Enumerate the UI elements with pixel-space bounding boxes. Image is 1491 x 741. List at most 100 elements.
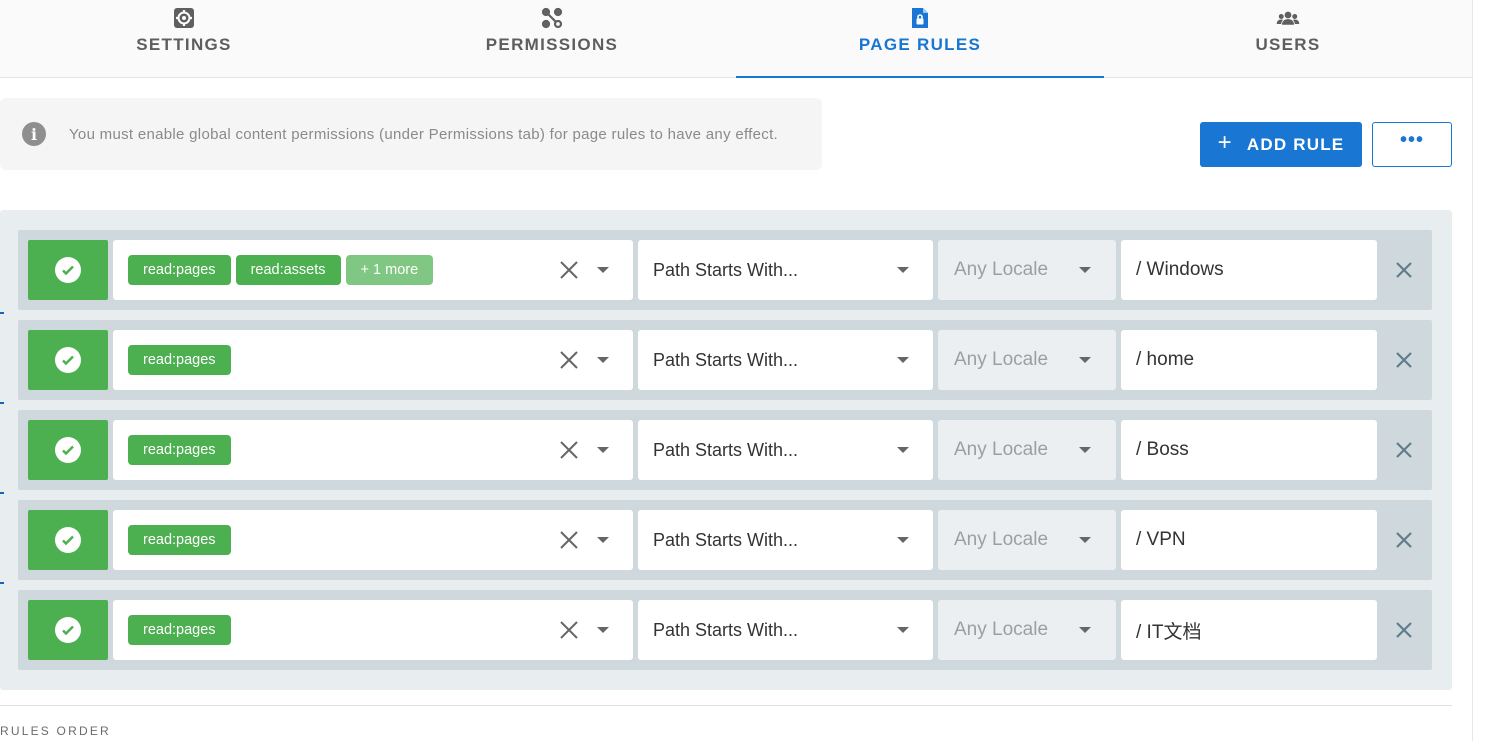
allow-toggle-button[interactable] <box>28 330 108 390</box>
path-input[interactable]: / IT文档 <box>1121 600 1377 660</box>
rule-row: read:pages Path Starts With... Any Local… <box>18 320 1432 400</box>
chevron-down-icon[interactable] <box>597 357 609 363</box>
scrollbar-track[interactable] <box>1472 0 1491 741</box>
drag-indicator <box>0 582 4 584</box>
delete-rule-icon[interactable] <box>1394 440 1414 460</box>
more-permissions-chip[interactable]: + 1 more <box>345 255 434 285</box>
delete-rule-icon[interactable] <box>1394 350 1414 370</box>
gear-icon <box>172 6 196 30</box>
permission-chip[interactable]: read:pages <box>128 435 231 465</box>
locale-select[interactable]: Any Locale <box>938 330 1116 390</box>
permissions-select[interactable]: read:pages <box>113 420 633 480</box>
check-circle-icon <box>55 347 81 373</box>
allow-toggle-button[interactable] <box>28 600 108 660</box>
match-type-select[interactable]: Path Starts With... <box>638 420 933 480</box>
clear-icon[interactable] <box>559 530 579 550</box>
allow-toggle-button[interactable] <box>28 420 108 480</box>
match-type-value: Path Starts With... <box>653 619 799 640</box>
path-value: / Boss <box>1136 439 1189 460</box>
clear-icon[interactable] <box>559 260 579 280</box>
check-circle-icon <box>55 617 81 643</box>
rules-list: read:pages read:assets + 1 more Path Sta… <box>0 210 1452 690</box>
permission-chip[interactable]: read:assets <box>235 255 341 285</box>
rule-row: read:pages Path Starts With... Any Local… <box>18 410 1432 490</box>
locale-value: Any Locale <box>954 619 1049 640</box>
more-options-button[interactable]: ••• <box>1372 122 1452 167</box>
check-circle-icon <box>55 527 81 553</box>
clear-icon[interactable] <box>559 350 579 370</box>
locale-select[interactable]: Any Locale <box>938 240 1116 300</box>
alert-text: You must enable global content permissio… <box>69 125 779 143</box>
permissions-select[interactable]: read:pages <box>113 600 633 660</box>
match-type-select[interactable]: Path Starts With... <box>638 600 933 660</box>
tab-page-rules[interactable]: PAGE RULES <box>736 0 1104 78</box>
path-input[interactable]: / Boss <box>1121 420 1377 480</box>
match-type-select[interactable]: Path Starts With... <box>638 510 933 570</box>
chevron-down-icon <box>1079 627 1091 633</box>
allow-toggle-button[interactable] <box>28 240 108 300</box>
match-type-select[interactable]: Path Starts With... <box>638 330 933 390</box>
add-rule-button[interactable]: + ADD RULE <box>1200 122 1362 167</box>
match-type-value: Path Starts With... <box>653 349 799 370</box>
file-lock-icon <box>908 6 932 30</box>
locale-value: Any Locale <box>954 259 1049 280</box>
locale-select[interactable]: Any Locale <box>938 420 1116 480</box>
chevron-down-icon <box>1079 357 1091 363</box>
tab-settings[interactable]: SETTINGS <box>0 0 368 77</box>
tab-label: PAGE RULES <box>858 35 982 54</box>
chevron-down-icon <box>1079 537 1091 543</box>
delete-rule-icon[interactable] <box>1394 260 1414 280</box>
share-nodes-icon <box>540 6 564 30</box>
locale-select[interactable]: Any Locale <box>938 510 1116 570</box>
permission-chip[interactable]: read:pages <box>128 345 231 375</box>
drag-indicator <box>0 402 4 404</box>
add-rule-label: ADD RULE <box>1246 134 1345 154</box>
rule-row: read:pages Path Starts With... Any Local… <box>18 500 1432 580</box>
locale-select[interactable]: Any Locale <box>938 600 1116 660</box>
chevron-down-icon[interactable] <box>597 627 609 633</box>
match-type-value: Path Starts With... <box>653 439 799 460</box>
chevron-down-icon <box>897 627 909 633</box>
path-value: / home <box>1136 349 1195 370</box>
permissions-select[interactable]: read:pages read:assets + 1 more <box>113 240 633 300</box>
chevron-down-icon[interactable] <box>597 267 609 273</box>
permission-chip[interactable]: read:pages <box>128 525 231 555</box>
path-value: / IT文档 <box>1136 621 1202 643</box>
drag-indicator <box>0 492 4 494</box>
path-value: / VPN <box>1136 529 1186 550</box>
rule-row: read:pages read:assets + 1 more Path Sta… <box>18 230 1432 310</box>
permission-chip[interactable]: read:pages <box>128 615 231 645</box>
delete-rule-icon[interactable] <box>1394 620 1414 640</box>
delete-rule-icon[interactable] <box>1394 530 1414 550</box>
info-alert: i You must enable global content permiss… <box>0 98 822 170</box>
clear-icon[interactable] <box>559 620 579 640</box>
clear-icon[interactable] <box>559 440 579 460</box>
match-type-select[interactable]: Path Starts With... <box>638 240 933 300</box>
locale-value: Any Locale <box>954 439 1049 460</box>
path-value: / Windows <box>1136 259 1224 280</box>
permissions-select[interactable]: read:pages <box>113 510 633 570</box>
users-icon <box>1276 6 1300 30</box>
chevron-down-icon[interactable] <box>597 447 609 453</box>
section-divider <box>0 705 1452 706</box>
path-input[interactable]: / Windows <box>1121 240 1377 300</box>
path-input[interactable]: / VPN <box>1121 510 1377 570</box>
allow-toggle-button[interactable] <box>28 510 108 570</box>
match-type-value: Path Starts With... <box>653 529 799 550</box>
chevron-down-icon <box>897 357 909 363</box>
locale-value: Any Locale <box>954 529 1049 550</box>
check-circle-icon <box>55 437 81 463</box>
chevron-down-icon <box>897 267 909 273</box>
chevron-down-icon[interactable] <box>597 537 609 543</box>
path-input[interactable]: / home <box>1121 330 1377 390</box>
tab-bar: SETTINGS PERMISSIONS PAGE RULES USERS <box>0 0 1472 78</box>
chevron-down-icon <box>897 447 909 453</box>
permissions-select[interactable]: read:pages <box>113 330 633 390</box>
tab-permissions[interactable]: PERMISSIONS <box>368 0 736 77</box>
tab-label: USERS <box>1255 35 1321 54</box>
tab-users[interactable]: USERS <box>1104 0 1472 77</box>
permission-chip[interactable]: read:pages <box>128 255 231 285</box>
match-type-value: Path Starts With... <box>653 259 799 280</box>
info-icon: i <box>22 122 46 146</box>
chevron-down-icon <box>897 537 909 543</box>
